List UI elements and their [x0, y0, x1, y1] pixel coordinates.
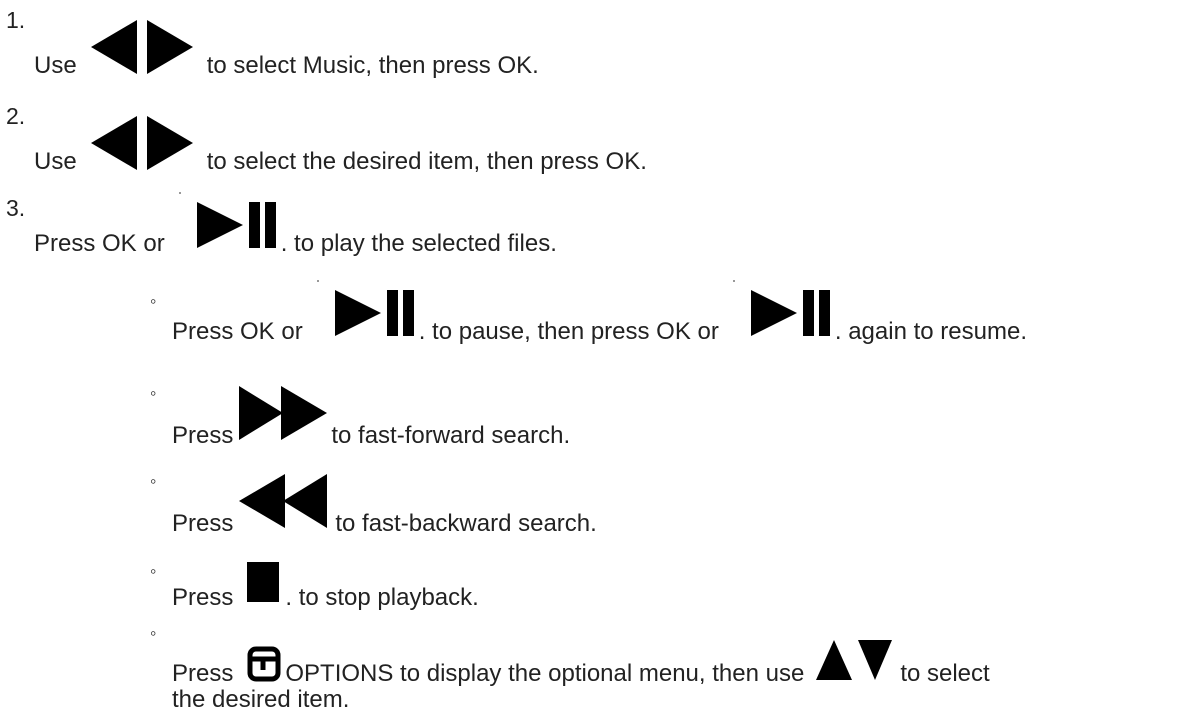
bullet-options-pre: Press	[172, 660, 234, 687]
bullet-rew-line: Press to fast-backward search.	[172, 472, 597, 537]
left-right-arrows-icon	[89, 18, 195, 76]
step-3-line: Press OK or . to play the selected files…	[34, 192, 557, 257]
step-3-pre: Press OK or	[34, 230, 165, 257]
step-1-line: Use to select Music, then press OK.	[34, 18, 539, 79]
bullet-marker: ◦	[150, 561, 157, 581]
play-pause-icon	[178, 192, 279, 250]
bullet-stop-line: Press . to stop playback.	[172, 560, 479, 611]
left-right-arrows-icon	[89, 114, 195, 172]
bullet-options-mid: OPTIONS to display the optional menu, th…	[285, 660, 805, 687]
step-1-post: to select Music, then press OK.	[206, 52, 539, 79]
bullet-marker: ◦	[150, 383, 157, 403]
bullet-options-cont: the desired item.	[172, 686, 350, 713]
bullet-ff-line: Press to fast-forward search.	[172, 384, 570, 449]
bullet-options-line: Press OPTIONS to display the optional me…	[172, 636, 990, 687]
bullet-marker: ◦	[150, 291, 157, 311]
step-number: 3.	[6, 195, 26, 221]
step-2-line: Use to select the desired item, then pre…	[34, 114, 647, 175]
play-pause-icon	[316, 280, 417, 338]
options-icon	[247, 646, 281, 682]
bullet-stop-pre: Press	[172, 584, 234, 611]
bullet-pause-post: . again to resume.	[834, 318, 1027, 345]
fast-backward-icon	[235, 472, 331, 530]
stop-icon	[245, 560, 281, 604]
bullet-marker: ◦	[150, 623, 157, 643]
step-1-pre: Use	[34, 52, 77, 79]
bullet-stop-post: . to stop playback.	[285, 584, 479, 611]
step-3-post: . to play the selected files.	[280, 230, 557, 257]
bullet-ff-post: to fast-forward search.	[331, 422, 571, 449]
bullet-marker: ◦	[150, 471, 157, 491]
bullet-pause-pre: Press OK or	[172, 318, 303, 345]
step-number: 2.	[6, 103, 26, 129]
bullet-rew-pre: Press	[172, 510, 234, 537]
fast-forward-icon	[235, 384, 331, 442]
bullet-ff-pre: Press	[172, 422, 234, 449]
play-pause-icon	[732, 280, 833, 338]
step-2-post: to select the desired item, then press O…	[206, 148, 647, 175]
step-2-pre: Use	[34, 148, 77, 175]
bullet-pause-line: Press OK or . to pause, then press OK or…	[172, 280, 1027, 345]
up-down-arrows-icon	[814, 636, 894, 682]
step-number: 1.	[6, 7, 26, 33]
bullet-options-post: to select	[900, 660, 990, 687]
bullet-pause-mid: . to pause, then press OK or	[418, 318, 719, 345]
bullet-rew-post: to fast-backward search.	[335, 510, 597, 537]
